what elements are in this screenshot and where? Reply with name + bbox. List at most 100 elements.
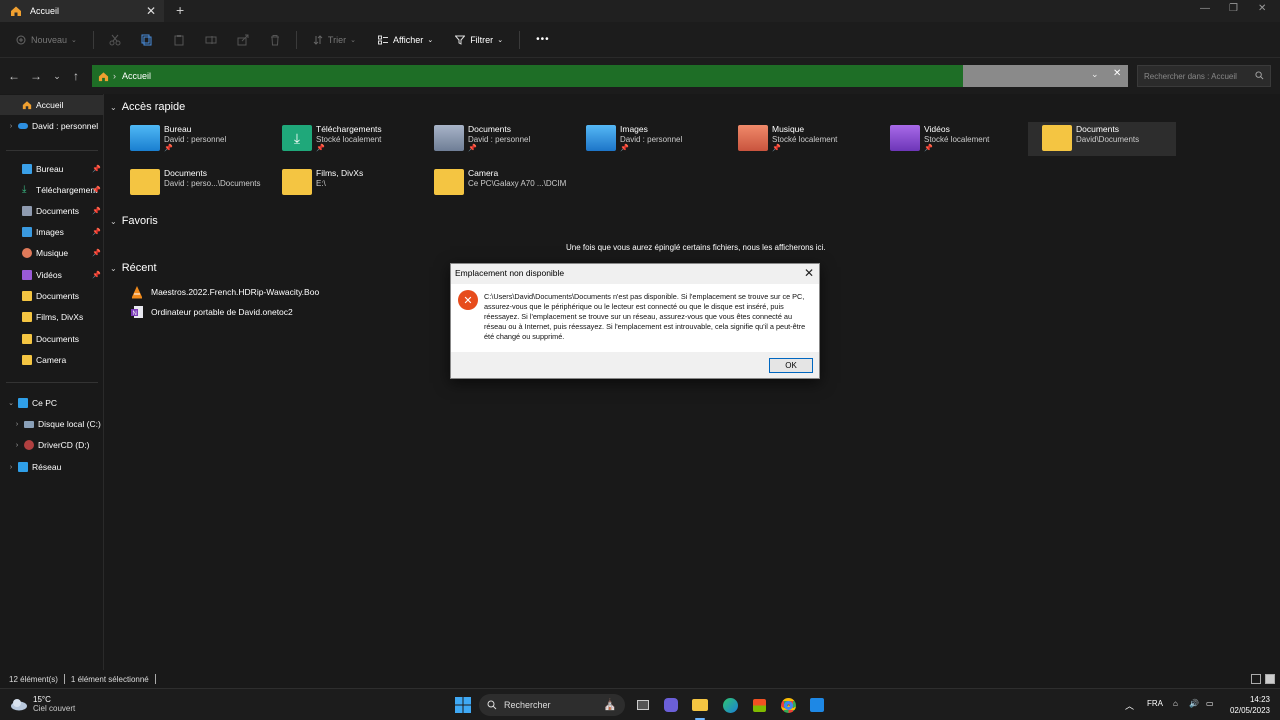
sidebar-item-label: Musique — [36, 248, 69, 258]
copy-icon[interactable] — [136, 29, 158, 51]
tiles-view-icon[interactable] — [1265, 674, 1275, 684]
quick-access-documents[interactable]: Documents David : personnel 📌 — [434, 122, 582, 156]
quick-access-bureau[interactable]: Bureau David : personnel 📌 — [130, 122, 278, 156]
sidebar-item-documents[interactable]: Documents 📌 — [0, 201, 104, 221]
tile-location: David : personnel — [620, 135, 683, 144]
toolbar-divider — [92, 30, 94, 49]
battery-icon[interactable]: ▭ — [1206, 699, 1214, 708]
sidebar-item-documents-3[interactable]: Documents — [0, 329, 104, 349]
favorites-header[interactable]: ⌄ Favoris — [110, 215, 158, 227]
maximize-icon[interactable]: ❐ — [1229, 3, 1238, 14]
cut-icon[interactable] — [104, 29, 126, 51]
weather-widget[interactable]: 15°C Ciel couvert — [10, 695, 75, 713]
search-input[interactable] — [1144, 71, 1254, 81]
breadcrumb[interactable]: Accueil — [122, 71, 151, 81]
show-hidden-icons-chevron[interactable]: ︿ — [1125, 699, 1134, 712]
sidebar-item-images[interactable]: Images 📌 — [0, 222, 104, 242]
ok-button[interactable]: OK — [769, 358, 813, 373]
recent-header[interactable]: ⌄ Récent — [110, 262, 157, 274]
address-clear-icon[interactable]: ✕ — [1113, 68, 1121, 79]
sidebar-item-camera[interactable]: Camera — [0, 350, 104, 370]
minimize-icon[interactable]: — — [1200, 3, 1210, 14]
clock[interactable]: 14:23 02/05/2023 — [1226, 695, 1270, 715]
recent-file[interactable]: N Ordinateur portable de David.onetoc2 — [130, 303, 293, 321]
expand-chevron-icon[interactable]: › — [6, 464, 16, 471]
back-arrow-icon[interactable]: ← — [6, 69, 22, 83]
close-window-icon[interactable]: ✕ — [1258, 3, 1266, 14]
quick-access-documents-perso[interactable]: Documents David : perso...\Documents — [130, 166, 278, 200]
dialog-close-icon[interactable]: ✕ — [804, 266, 814, 280]
sidebar-item-onedrive[interactable]: › David : personnel — [0, 116, 104, 136]
new-tab-button[interactable]: + — [176, 2, 184, 18]
expand-chevron-icon[interactable]: › — [12, 421, 22, 428]
pin-icon: 📌 — [92, 272, 101, 279]
sidebar-item-videos[interactable]: Vidéos 📌 — [0, 265, 104, 285]
chrome-browser-icon[interactable] — [778, 695, 798, 715]
main-content: ⌄ Accès rapide Bureau David : personnel … — [106, 94, 1280, 670]
paste-icon[interactable] — [168, 29, 190, 51]
search-box[interactable] — [1137, 65, 1271, 87]
sidebar-item-ce-pc[interactable]: ⌄ Ce PC — [0, 393, 104, 413]
network-status-icon[interactable]: ⌂ — [1173, 699, 1178, 708]
cd-drive-icon — [24, 440, 34, 450]
status-bar: 12 élément(s) 1 élément sélectionné — [0, 670, 1280, 688]
delete-icon[interactable] — [264, 29, 286, 51]
app-icon[interactable] — [807, 695, 827, 715]
teams-chat-icon[interactable] — [661, 695, 681, 715]
sidebar-item-documents-2[interactable]: Documents — [0, 286, 104, 306]
expand-chevron-icon[interactable]: › — [6, 123, 16, 130]
sidebar-item-drivercd[interactable]: › DriverCD (D:) — [0, 435, 104, 455]
rename-icon[interactable] — [200, 29, 222, 51]
cloud-weather-icon — [11, 699, 27, 711]
collapse-chevron-icon[interactable]: ⌄ — [6, 399, 16, 407]
volume-icon[interactable]: 🔊 — [1189, 699, 1199, 708]
task-view-icon[interactable] — [633, 695, 653, 715]
tab-close-icon[interactable]: ✕ — [146, 4, 156, 18]
language-indicator[interactable]: FRA — [1147, 699, 1163, 708]
recent-locations-chevron-icon[interactable]: ⌄ — [49, 71, 65, 82]
share-icon[interactable] — [232, 29, 254, 51]
tab-accueil[interactable]: Accueil ✕ — [0, 0, 164, 22]
quick-access-videos[interactable]: Vidéos Stocké localement 📌 — [890, 122, 1038, 156]
quick-access-musique[interactable]: Musique Stocké localement 📌 — [738, 122, 886, 156]
quick-access-documents-david[interactable]: Documents David\Documents — [1028, 122, 1176, 156]
sidebar-item-reseau[interactable]: › Réseau — [0, 457, 104, 477]
file-explorer-icon[interactable] — [690, 695, 710, 715]
desktop-icon — [22, 164, 32, 174]
svg-text:N: N — [133, 311, 137, 317]
sort-button[interactable]: Trier ⌄ — [307, 27, 362, 53]
taskbar-search[interactable]: Rechercher ⛪ — [479, 694, 625, 716]
forward-arrow-icon[interactable]: → — [28, 69, 44, 83]
quick-access-films[interactable]: Films, DivXs E:\ — [282, 166, 430, 200]
edge-browser-icon[interactable] — [720, 695, 740, 715]
sidebar-item-films[interactable]: Films, DivXs — [0, 307, 104, 327]
taskbar-search-label: Rechercher — [504, 700, 551, 710]
weather-temperature: 15°C — [33, 695, 51, 704]
filter-button[interactable]: Filtrer ⌄ — [449, 27, 509, 53]
new-button[interactable]: Nouveau ⌄ — [10, 27, 83, 53]
chevron-down-icon: ⌄ — [110, 216, 117, 226]
sidebar-item-accueil[interactable]: Accueil — [0, 95, 104, 115]
start-button[interactable] — [453, 695, 473, 715]
quick-access-telechargements[interactable]: ⤓ Téléchargements Stocké localement 📌 — [282, 122, 430, 156]
details-view-icon[interactable] — [1251, 674, 1261, 684]
up-arrow-icon[interactable]: ↑ — [68, 69, 84, 83]
sidebar-item-telechargements[interactable]: ⤓ Téléchargement 📌 — [0, 180, 104, 200]
more-options-button[interactable]: ••• — [530, 27, 556, 53]
search-icon — [1255, 71, 1264, 80]
more-icon: ••• — [536, 34, 550, 45]
address-history-chevron-icon[interactable]: ⌄ — [1091, 69, 1099, 80]
sidebar-item-disque-c[interactable]: › Disque local (C:) — [0, 414, 104, 434]
recent-file[interactable]: Maestros.2022.French.HDRip-Wawacity.Boo — [130, 283, 319, 301]
view-button[interactable]: Afficher ⌄ — [372, 27, 439, 53]
sidebar-item-bureau[interactable]: Bureau 📌 — [0, 159, 104, 179]
quick-access-images[interactable]: Images David : personnel 📌 — [586, 122, 734, 156]
filter-icon — [455, 35, 466, 45]
microsoft-store-icon[interactable] — [749, 695, 769, 715]
expand-chevron-icon[interactable]: › — [12, 442, 22, 449]
sidebar-item-musique[interactable]: Musique 📌 — [0, 243, 104, 263]
tile-name: Films, DivXs — [316, 168, 364, 178]
recent-file-name: Ordinateur portable de David.onetoc2 — [151, 307, 293, 317]
quick-access-camera[interactable]: Camera Ce PC\Galaxy A70 ...\DCIM — [434, 166, 582, 200]
quick-access-header[interactable]: ⌄ Accès rapide — [110, 101, 185, 113]
